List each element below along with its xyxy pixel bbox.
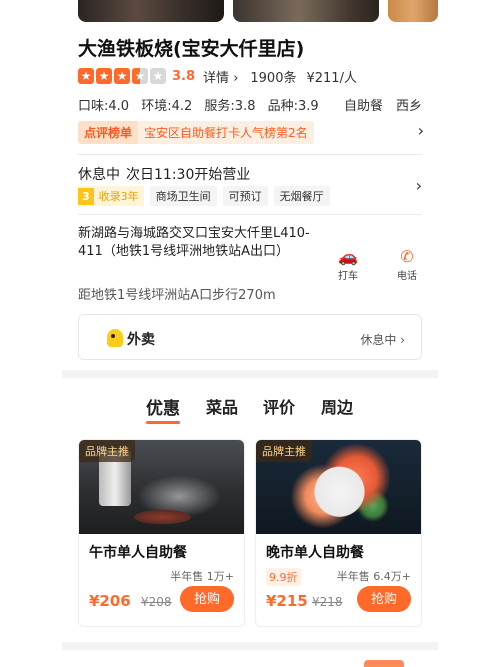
shop-photo[interactable]	[78, 0, 224, 22]
next-open: 次日11:30开始营业	[126, 167, 251, 183]
delivery-status-text: 休息中	[360, 333, 397, 347]
star-icon: ★	[96, 68, 112, 84]
feature-tag: 商场卫生间	[149, 186, 217, 206]
feature-tag: 无烟餐厅	[273, 186, 330, 206]
environment-score: 环境:4.2	[141, 99, 193, 114]
call-button[interactable]: ✆ 电话	[392, 247, 422, 282]
delivery-title: 外卖	[127, 332, 155, 348]
address[interactable]: 新湖路与海城路交叉口宝安大仟里L410-411（地铁1号线坪洲地铁站A出口）	[78, 225, 318, 261]
photo-strip[interactable]	[62, 0, 438, 22]
next-section-peek	[364, 660, 404, 667]
rating-row: ★ ★ ★ ★ ★ 3.8 详情 › 1900条 ¥211/人	[78, 67, 357, 86]
rank-text: 宝安区自助餐打卡人气榜第2名	[138, 120, 314, 144]
shop-title: 大渔铁板烧(宝安大仟里店)	[78, 38, 305, 60]
avg-price: ¥211/人	[306, 70, 357, 86]
star-empty-icon: ★	[150, 68, 166, 84]
discount-badge: 9.9折	[266, 568, 301, 586]
status-label: 休息中	[78, 167, 120, 183]
taxi-label: 打车	[338, 271, 358, 282]
details-link[interactable]: 详情 ›	[203, 67, 238, 86]
feature-tag: 可预订	[222, 186, 268, 206]
car-icon: 🚗	[338, 247, 358, 266]
years-badge: 3 收录3年	[78, 186, 144, 206]
tab-deals[interactable]: 优惠	[146, 394, 180, 424]
star-half-icon: ★	[132, 68, 148, 84]
sales-count: 半年售 1万+	[170, 570, 234, 583]
divider	[78, 154, 422, 155]
delivery-logo-icon	[107, 329, 123, 347]
rating-score: 3.8	[172, 68, 196, 84]
deal-card[interactable]: 品牌主推 午市单人自助餐 半年售 1万+ ¥206 ¥208 抢购	[78, 439, 245, 627]
service-score: 服务:3.8	[204, 99, 256, 114]
deal-name: 午市单人自助餐	[89, 545, 187, 561]
tab-nearby[interactable]: 周边	[321, 394, 353, 418]
sales-count: 半年售 6.4万+	[336, 570, 411, 583]
buy-button[interactable]: 抢购	[357, 586, 411, 612]
taste-score: 口味:4.0	[78, 99, 130, 114]
chevron-right-icon: ›	[417, 121, 424, 140]
brand-tag: 品牌主推	[79, 440, 135, 462]
review-count[interactable]: 1900条	[250, 67, 296, 86]
deal-card[interactable]: 品牌主推 晚市单人自助餐 9.9折 半年售 6.4万+ ¥215 ¥218 抢购	[255, 439, 422, 627]
rank-tag: 点评榜单	[78, 120, 139, 144]
section-separator	[62, 370, 438, 378]
chevron-right-icon: ›	[400, 333, 405, 347]
tab-dishes[interactable]: 菜品	[206, 394, 238, 418]
star-icon: ★	[114, 68, 130, 84]
section-separator	[62, 642, 438, 650]
call-label: 电话	[397, 271, 417, 282]
details-label[interactable]: 详情	[203, 71, 229, 86]
deal-name: 晚市单人自助餐	[266, 545, 364, 561]
delivery-status: 休息中 ›	[360, 331, 405, 348]
star-icon: ★	[78, 68, 94, 84]
phone-icon: ✆	[400, 247, 414, 266]
shop-photo[interactable]	[233, 0, 379, 22]
divider	[78, 214, 422, 215]
chevron-right-icon[interactable]: ›	[416, 176, 422, 195]
business-hours[interactable]: 休息中 次日11:30开始营业	[78, 164, 256, 184]
chevron-right-icon: ›	[233, 70, 239, 86]
tab-reviews[interactable]: 评价	[263, 394, 295, 418]
score-breakdown: 口味:4.0 环境:4.2 服务:3.8 品种:3.9 自助餐 西乡	[78, 95, 438, 114]
shop-photo[interactable]	[388, 0, 438, 22]
area-label: 西乡	[396, 99, 423, 114]
delivery-card[interactable]: 外卖 休息中 ›	[78, 314, 422, 360]
shop-page: 大渔铁板烧(宝安大仟里店) ★ ★ ★ ★ ★ 3.8 详情 › 1900条 ¥…	[62, 0, 438, 667]
distance-info: 距地铁1号线坪洲站A口步行270m	[78, 288, 276, 303]
buy-button[interactable]: 抢购	[180, 586, 234, 612]
content-tabs: 优惠 菜品 评价 周边	[62, 394, 438, 424]
deal-price: ¥206	[89, 592, 131, 610]
brand-tag: 品牌主推	[256, 440, 312, 462]
years-text: 收录3年	[98, 190, 139, 203]
rank-banner[interactable]: 点评榜单 宝安区自助餐打卡人气榜第2名 ›	[78, 120, 424, 144]
taxi-button[interactable]: 🚗 打车	[333, 247, 363, 282]
original-price: ¥218	[312, 595, 343, 609]
original-price: ¥208	[141, 595, 172, 609]
feature-tags: 3 收录3年 商场卫生间 可预订 无烟餐厅	[78, 186, 330, 206]
star-rating: ★ ★ ★ ★ ★	[78, 68, 166, 84]
variety-score: 品种:3.9	[267, 99, 319, 114]
deal-price: ¥215	[266, 592, 308, 610]
years-number: 3	[78, 187, 94, 205]
category-label: 自助餐	[344, 99, 384, 114]
